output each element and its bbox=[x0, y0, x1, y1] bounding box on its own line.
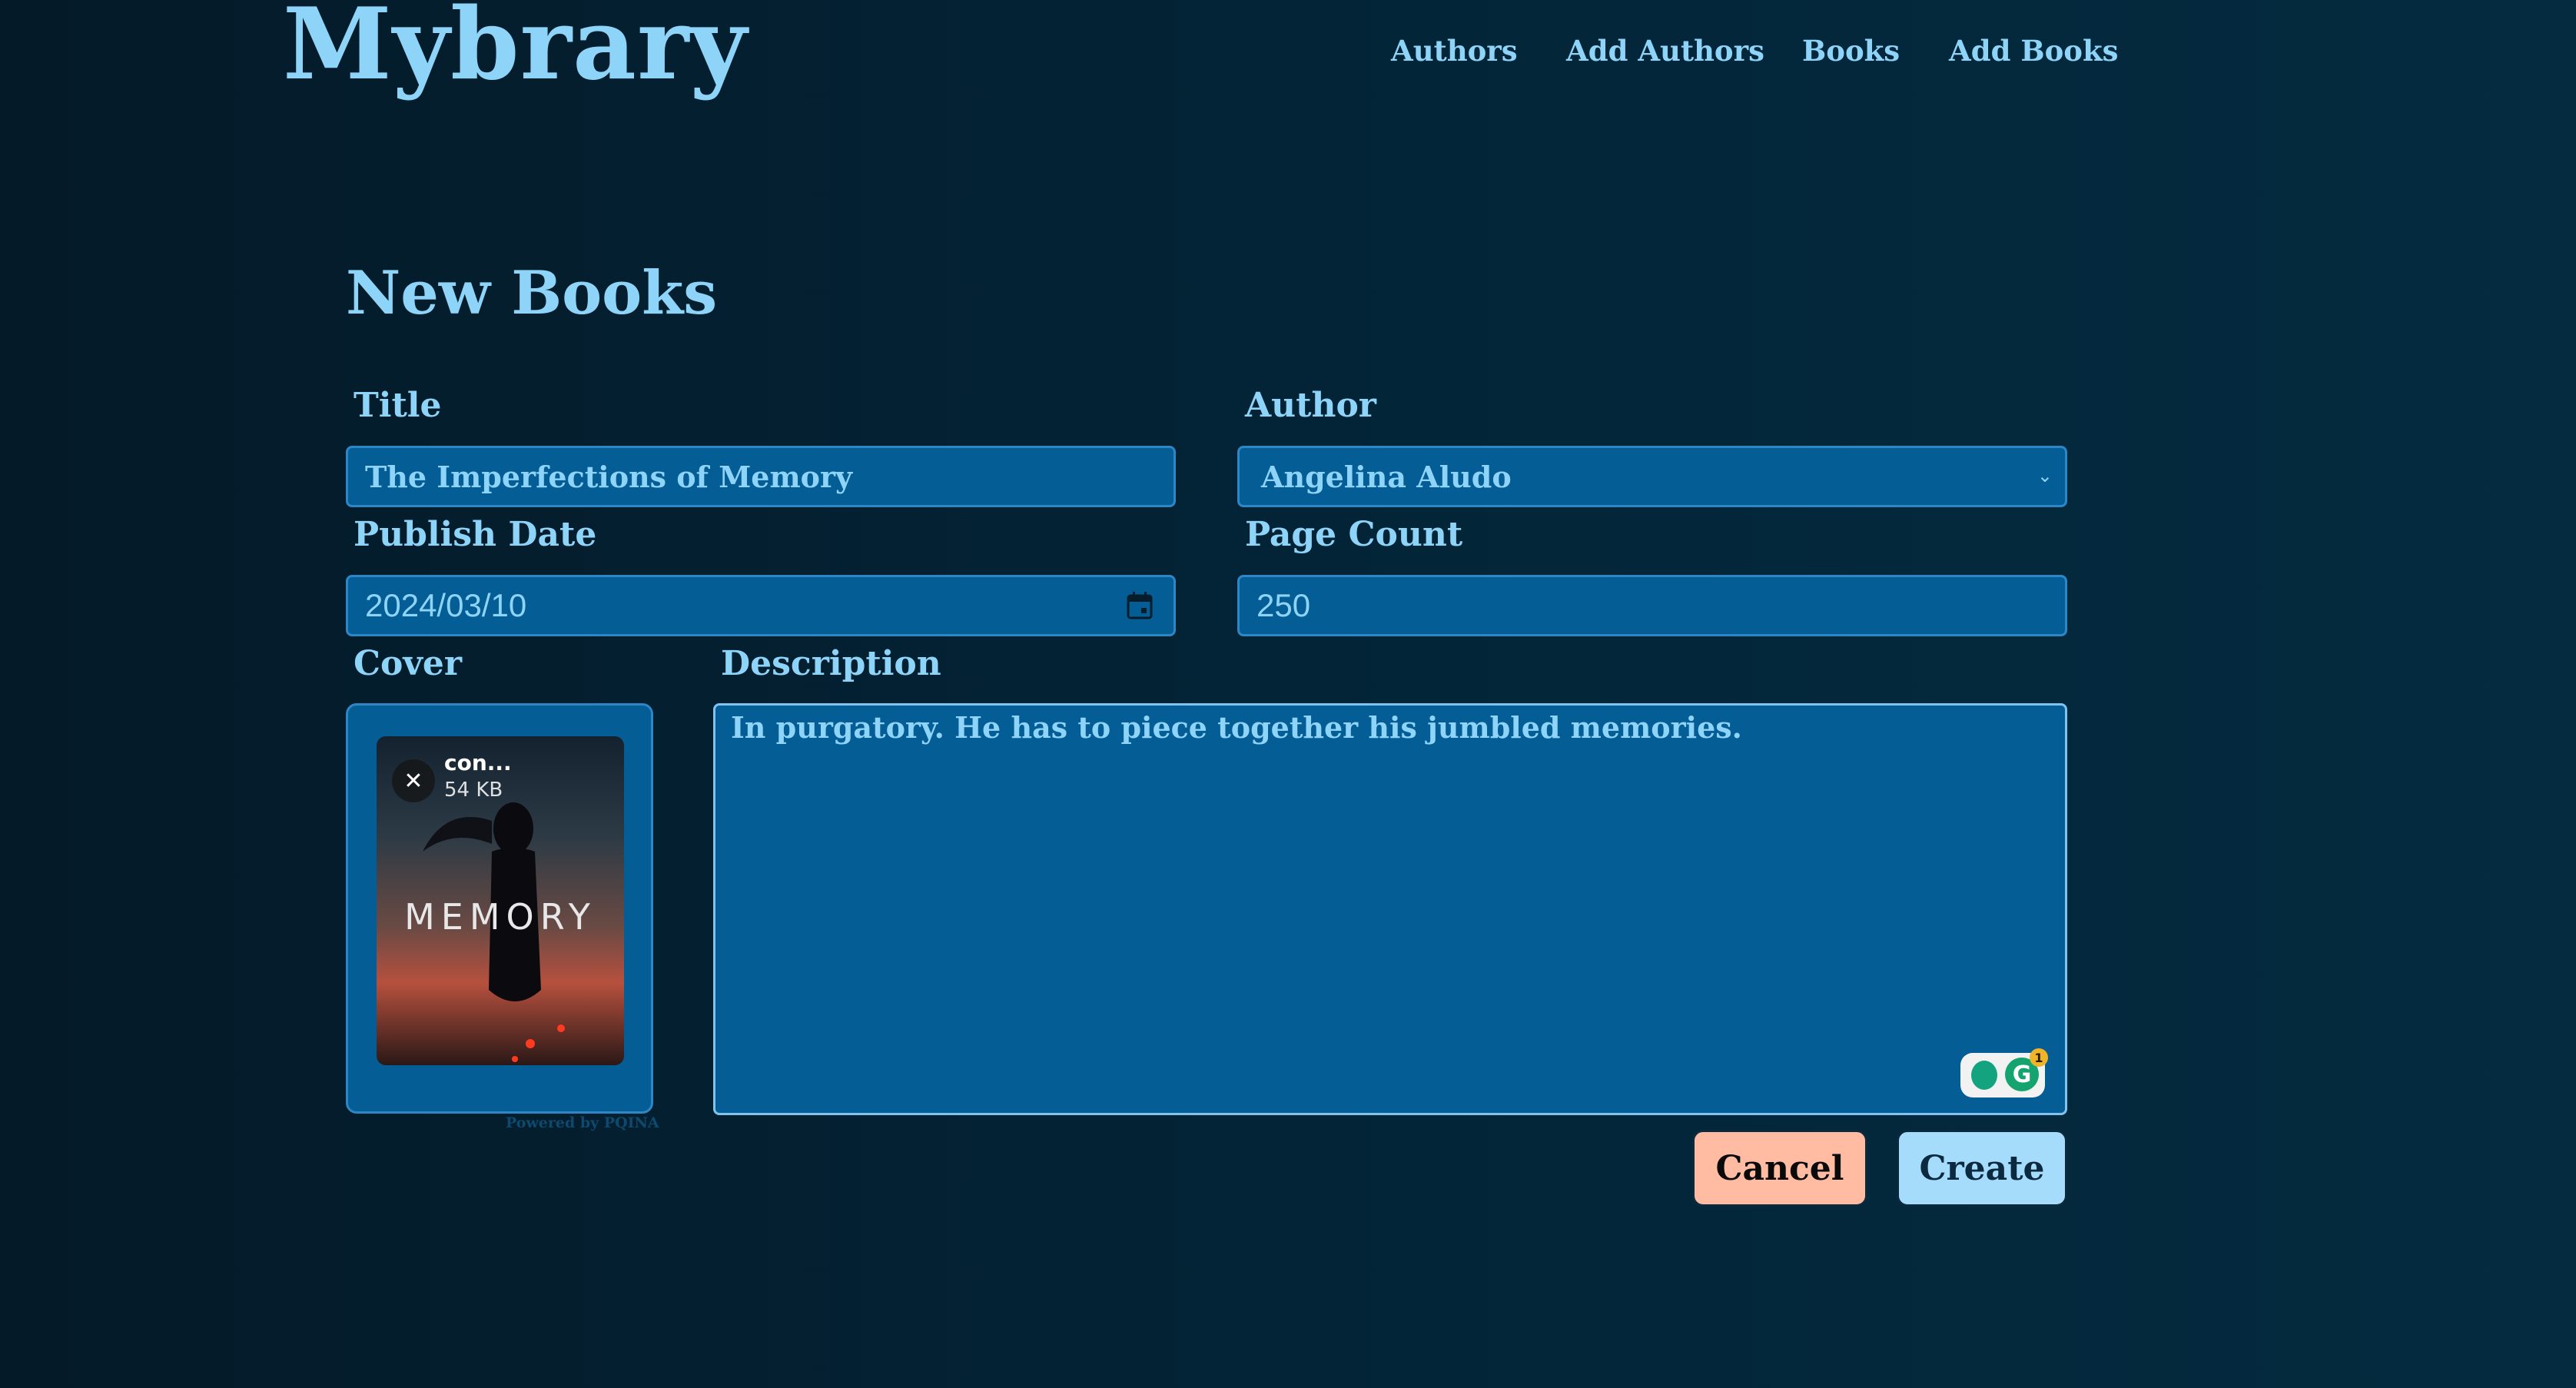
cover-label: Cover bbox=[354, 644, 463, 683]
nav-add-authors[interactable]: Add Authors bbox=[1566, 34, 1764, 68]
create-button[interactable]: Create bbox=[1897, 1130, 2067, 1207]
cover-title-text: MEMORY bbox=[404, 896, 596, 938]
page-count-label: Page Count bbox=[1245, 515, 1463, 554]
author-select[interactable]: Angelina Aludo ⌄ bbox=[1237, 446, 2067, 507]
file-info: con... 54 KB bbox=[444, 750, 512, 802]
grammarly-count-badge: 1 bbox=[2030, 1048, 2048, 1067]
calendar-icon[interactable] bbox=[1126, 591, 1154, 620]
author-label: Author bbox=[1245, 386, 1376, 425]
publish-date-label: Publish Date bbox=[354, 515, 597, 554]
nav-add-books[interactable]: Add Books bbox=[1949, 34, 2118, 68]
powered-by-link[interactable]: Powered by PQINA bbox=[506, 1114, 659, 1131]
nav-books[interactable]: Books bbox=[1802, 34, 1900, 68]
page-title: New Books bbox=[346, 258, 718, 328]
cancel-button[interactable]: Cancel bbox=[1692, 1130, 1867, 1207]
description-label: Description bbox=[721, 644, 941, 683]
cover-dropzone[interactable]: MEMORY ✕ con... 54 KB bbox=[346, 703, 653, 1114]
cover-preview-image: MEMORY ✕ con... 54 KB bbox=[377, 736, 624, 1065]
file-name: con... bbox=[444, 750, 512, 775]
grammarly-widget[interactable]: G 1 bbox=[1960, 1048, 2048, 1097]
page-count-input[interactable]: 250 bbox=[1237, 575, 2067, 636]
publish-date-input[interactable]: 2024/03/10 bbox=[346, 575, 1176, 636]
remove-file-button[interactable]: ✕ bbox=[392, 759, 435, 802]
lightbulb-icon[interactable] bbox=[1971, 1061, 1997, 1090]
file-overlay: ✕ con... 54 KB bbox=[392, 750, 512, 802]
page-count-value: 250 bbox=[1256, 587, 1311, 623]
description-textarea[interactable]: In purgatory. He has to piece together h… bbox=[713, 703, 2067, 1115]
description-value: In purgatory. He has to piece together h… bbox=[731, 710, 1742, 745]
title-label: Title bbox=[354, 386, 442, 425]
title-value: The Imperfections of Memory bbox=[365, 459, 853, 494]
site-logo[interactable]: Mybrary bbox=[283, 0, 748, 94]
author-value: Angelina Aludo bbox=[1261, 459, 1512, 494]
title-input[interactable]: The Imperfections of Memory bbox=[346, 446, 1176, 507]
nav-authors[interactable]: Authors bbox=[1391, 34, 1518, 68]
chevron-down-icon: ⌄ bbox=[2037, 465, 2053, 486]
publish-date-value: 2024/03/10 bbox=[365, 587, 527, 623]
file-size: 54 KB bbox=[444, 779, 503, 802]
